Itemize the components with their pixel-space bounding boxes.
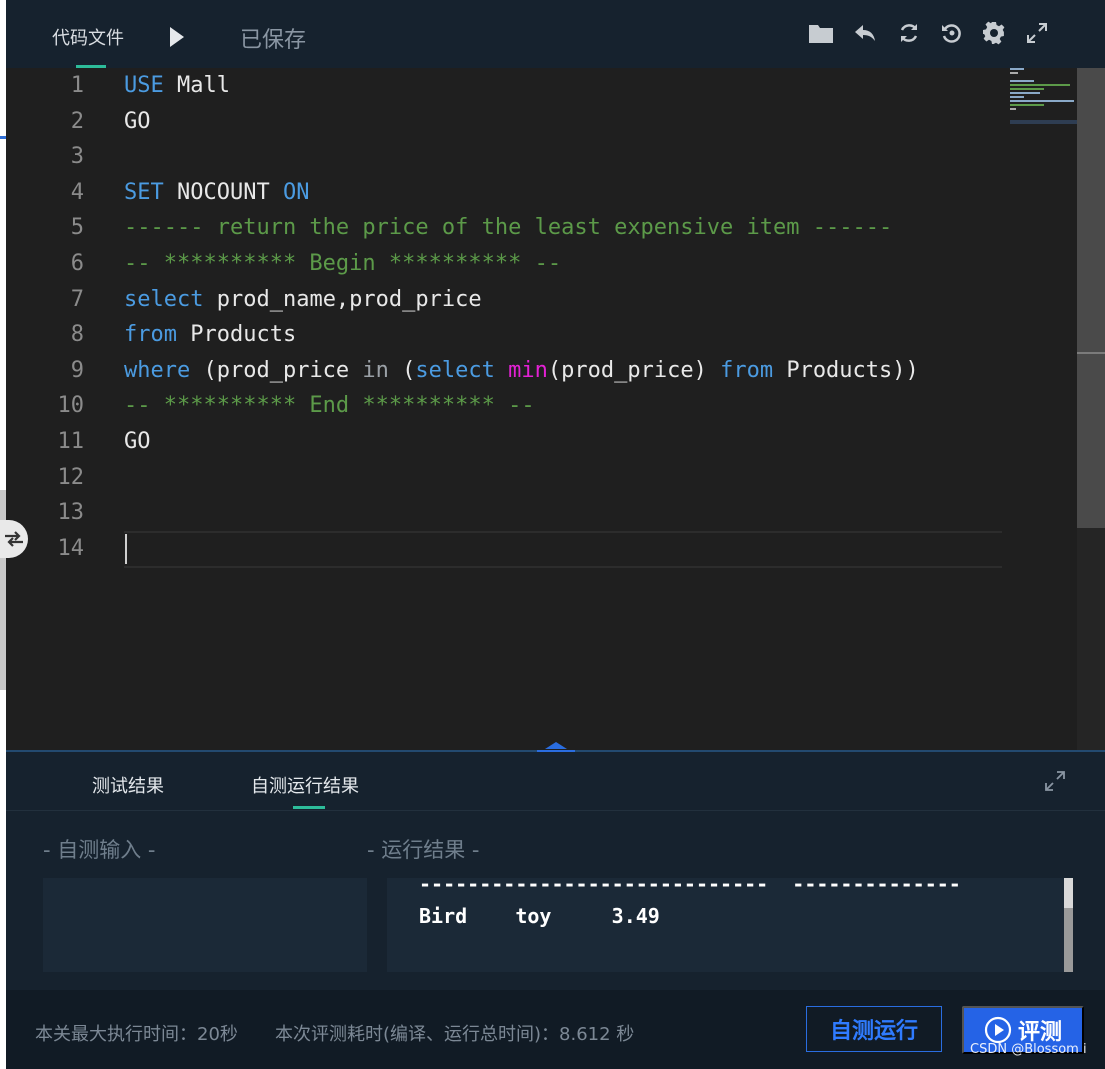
code-token: Mall: [163, 73, 230, 98]
line-number: 3: [70, 144, 84, 170]
line-number: 11: [57, 429, 85, 454]
results-panel: 测试结果 自测运行结果 - 自测输入 - - 运行结果 - ----------…: [6, 752, 1105, 990]
line-code: from Products: [124, 317, 296, 353]
run-output-area: ----------------------------- ----------…: [387, 878, 1073, 972]
output-scrollbar-thumb[interactable]: [1064, 908, 1073, 972]
code-token: (prod_price: [190, 357, 363, 383]
line-number: 8: [70, 322, 84, 348]
line-code: select prod_name,prod_price: [124, 282, 482, 318]
code-line: 4 SET NOCOUNT ON: [6, 175, 1006, 211]
code-line: 7 select prod_name,prod_price: [6, 282, 1006, 318]
line-number: 1: [70, 73, 84, 98]
code-token: ------ return the price of the least exp…: [124, 215, 893, 241]
line-number: 5: [70, 215, 84, 241]
code-token: Products: [176, 322, 297, 348]
code-line: 1 USE Mall: [6, 68, 1006, 104]
self-test-input-label: - 自测输入 -: [43, 838, 156, 862]
code-line: 5 ------ return the price of the least ex…: [6, 210, 1006, 246]
code-token: NOCOUNT: [163, 179, 283, 205]
code-line: 12: [6, 460, 1006, 496]
code-line: 13: [6, 495, 1006, 531]
code-line: 3: [6, 139, 1006, 175]
tab-test-results[interactable]: 测试结果: [92, 772, 164, 798]
refresh-icon[interactable]: [896, 20, 922, 46]
play-icon[interactable]: [170, 27, 184, 47]
line-number: 7: [70, 286, 84, 312]
code-line: 11 GO: [6, 424, 1006, 460]
history-icon[interactable]: [939, 20, 965, 46]
code-line: 6 -- ********** Begin ********** --: [6, 246, 1006, 282]
code-token: ON: [282, 179, 310, 205]
code-token: select: [124, 286, 204, 312]
code-token: -- ********** End ********** --: [124, 393, 535, 419]
code-line: 9 where (prod_price in (select min(prod_p…: [6, 353, 1006, 389]
save-status: 已保存: [240, 28, 307, 53]
line-number: 13: [57, 500, 85, 526]
output-line: ----------------------------- ----------…: [419, 878, 961, 896]
code-token: in: [362, 357, 389, 383]
code-line: 10 -- ********** End ********** --: [6, 388, 1006, 424]
code-token: SET: [124, 179, 164, 205]
line-number: 2: [70, 108, 84, 134]
line-number: 4: [70, 179, 84, 205]
line-number: 14: [57, 535, 85, 561]
line-number: 9: [70, 357, 84, 383]
minimap[interactable]: [1010, 68, 1077, 128]
line-code: GO: [124, 104, 151, 140]
tab-code-file[interactable]: 代码文件: [52, 24, 124, 50]
line-code: ------ return the price of the least exp…: [124, 210, 892, 246]
code-token: prod_name,prod_price: [203, 286, 482, 312]
editor-scrollbar-thumb[interactable]: [1077, 68, 1105, 528]
self-run-button[interactable]: 自测运行: [806, 1006, 942, 1052]
self-test-input-field[interactable]: [43, 878, 367, 972]
editor-scrollbar-marker: [1077, 352, 1105, 354]
text-cursor: [125, 534, 127, 564]
code-line: 8 from Products: [6, 317, 1006, 353]
play-circle-icon: [984, 1016, 1012, 1044]
line-number: 12: [57, 464, 85, 490]
code-token: select: [415, 357, 495, 383]
code-token: (prod_price): [547, 357, 721, 383]
run-output-label: - 运行结果 -: [367, 838, 480, 862]
editor-toolbar: 代码文件 已保存: [6, 0, 1105, 68]
results-divider: [6, 810, 1105, 811]
line-code: SET NOCOUNT ON: [124, 175, 309, 211]
line-code: where (prod_price in (select min(prod_pr…: [124, 353, 919, 389]
line-code: GO: [124, 424, 151, 460]
undo-icon[interactable]: [852, 20, 878, 46]
footer-bar: 本关最大执行时间：20秒 本次评测耗时(编译、运行总时间)：8.612 秒 自测…: [6, 990, 1105, 1069]
code-token: Products)): [773, 357, 919, 383]
code-line: 2 GO: [6, 104, 1006, 140]
line-number: 6: [70, 251, 84, 276]
active-tab-indicator: [293, 806, 325, 809]
code-token: (: [388, 357, 416, 383]
code-token: USE: [124, 73, 164, 98]
current-line-highlight: [124, 531, 1002, 568]
eval-elapsed-time: 本次评测耗时(编译、运行总时间)：8.612 秒: [275, 1024, 635, 1045]
gear-icon[interactable]: [981, 20, 1007, 46]
code-token: -- ********** Begin ********** --: [124, 251, 562, 276]
code-token: GO: [124, 429, 151, 454]
code-token: GO: [124, 108, 151, 134]
line-code: -- ********** End ********** --: [124, 388, 535, 424]
code-token: from: [720, 357, 774, 383]
max-exec-time: 本关最大执行时间：20秒: [35, 1024, 238, 1045]
code-token: min: [508, 357, 548, 383]
code-editor[interactable]: 1 USE Mall 2 GO 3 4 SET NOCOUNT ON 5 ------ retu…: [6, 68, 1077, 750]
output-line: Bird toy 3.49: [419, 904, 660, 928]
watermark: CSDN @Blossom i: [970, 1042, 1087, 1057]
code-token: where: [124, 357, 191, 383]
tab-self-test-results[interactable]: 自测运行结果: [251, 772, 359, 798]
line-number: 10: [57, 393, 85, 419]
fullscreen-icon[interactable]: [1024, 20, 1050, 46]
expand-icon[interactable]: [1044, 770, 1066, 796]
line-code: USE Mall: [124, 68, 230, 104]
folder-icon[interactable]: [808, 20, 834, 46]
code-token: from: [124, 322, 177, 348]
line-code: -- ********** Begin ********** --: [124, 246, 561, 282]
